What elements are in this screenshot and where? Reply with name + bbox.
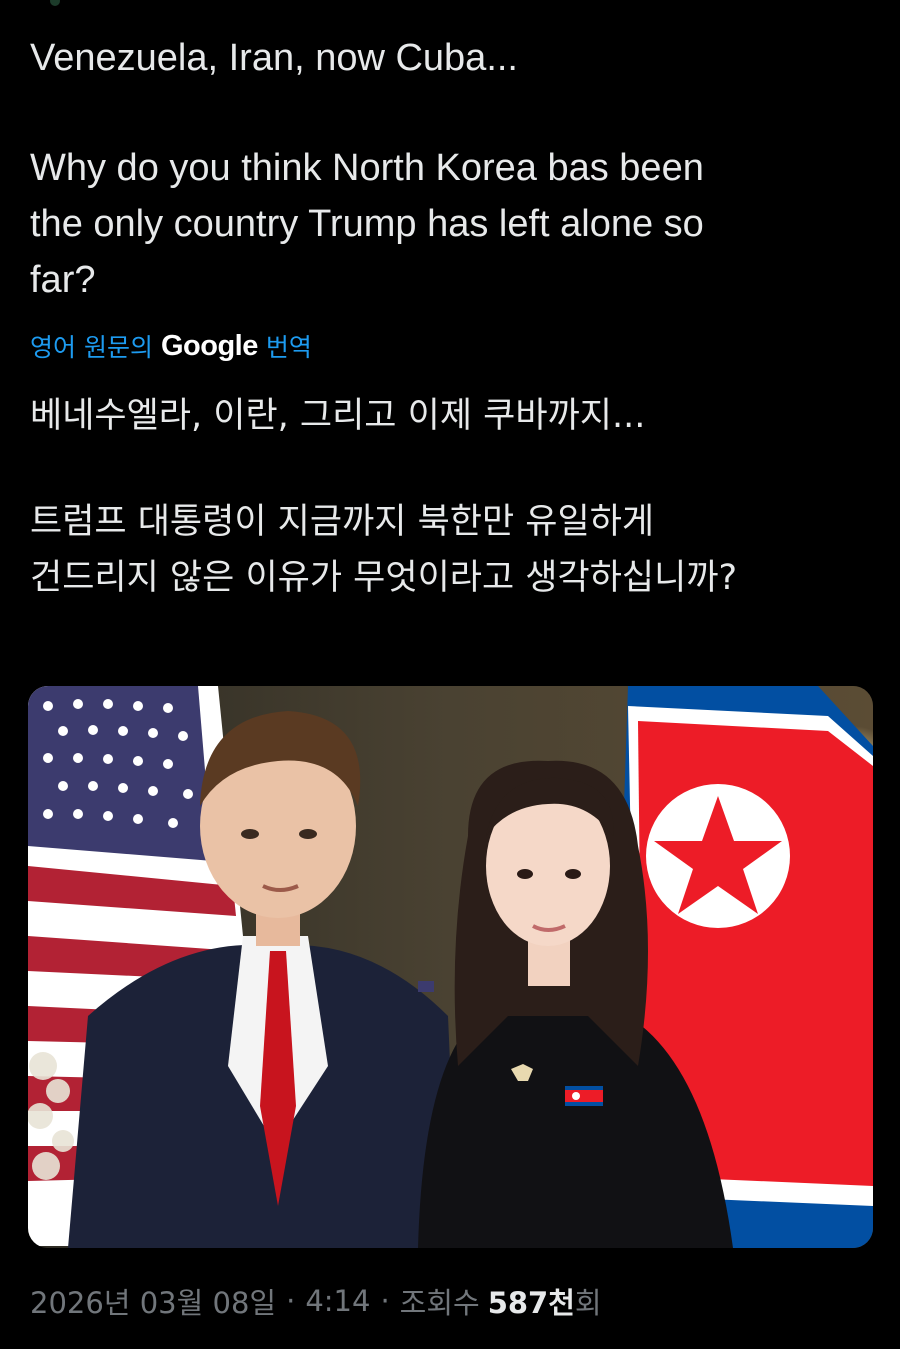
tweet-meta: 2026년 03월 08일 · 4:14 · 조회수 587천 회 [30,1280,602,1322]
views-label: 조회수 [399,1286,480,1320]
tweet-line: far? [30,259,96,301]
translate-prefix-link[interactable]: 영어 원문의 [30,328,153,364]
avatar-fragment-icon [50,0,60,6]
meta-separator: · [286,1284,296,1318]
avatar-edge [50,0,110,8]
google-logo: Google [160,329,258,362]
tweet-time[interactable]: 4:14 [305,1284,370,1318]
meta-separator: · [380,1284,390,1318]
tweet-photo[interactable] [28,686,873,1248]
views-suffix: 회 [574,1286,602,1320]
translation-attribution[interactable]: 영어 원문의 Google 번역 [30,326,312,366]
translate-suffix-link[interactable]: 번역 [266,328,312,364]
tweet-line: Why do you think North Korea bas been [30,147,704,189]
tweet-line: the only country Trump has left alone so [30,203,704,245]
views-count[interactable]: 587천 [488,1280,575,1322]
translated-line: 트럼프 대통령이 지금까지 북한만 유일하게 [30,502,655,542]
photo-image [28,686,873,1248]
translated-text: 베네수엘라, 이란, 그리고 이제 쿠바까지... 트럼프 대통령이 지금까지 … [30,388,890,606]
tweet-text: Venezuela, Iran, now Cuba... Why do you … [30,30,870,308]
tweet-date[interactable]: 2026년 03월 08일 [30,1280,276,1322]
translated-line: 건드리지 않은 이유가 무엇이라고 생각하십니까? [30,558,738,598]
tweet-line: Venezuela, Iran, now Cuba... [30,37,518,79]
translated-line: 베네수엘라, 이란, 그리고 이제 쿠바까지... [30,396,646,436]
